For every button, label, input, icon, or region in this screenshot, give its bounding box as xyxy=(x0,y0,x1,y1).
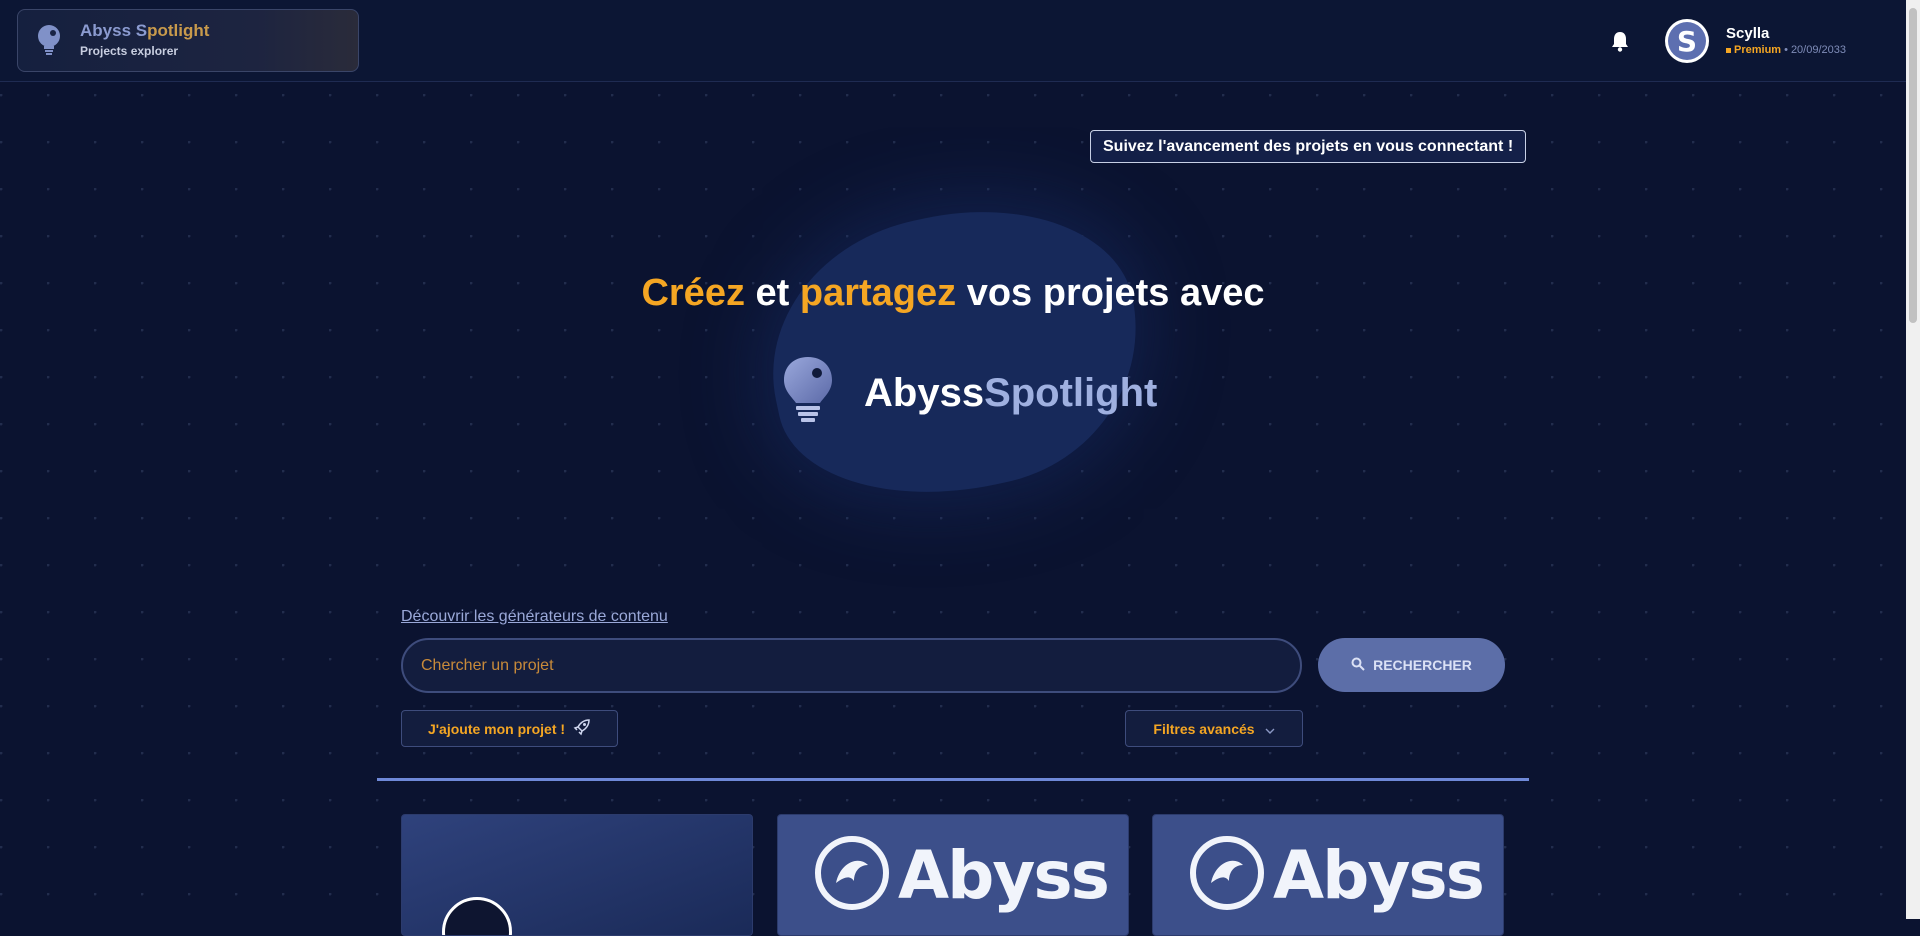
section-divider xyxy=(377,778,1529,781)
plan-label: Premium xyxy=(1734,44,1782,56)
premium-dot xyxy=(1726,47,1731,53)
add-project-label: J'ajoute mon projet ! xyxy=(427,720,566,737)
subscription-date: 20/09/2033 xyxy=(1790,44,1846,56)
project-card[interactable]: Abyss xyxy=(777,814,1129,936)
brand-subtitle: Projects explorer xyxy=(80,44,179,58)
bulb-icon xyxy=(36,24,62,63)
bell-icon[interactable] xyxy=(1610,30,1630,57)
abyss-emblem-icon xyxy=(1189,835,1265,916)
project-card[interactable]: Abyss xyxy=(1152,814,1504,936)
chevron-down-icon xyxy=(1265,721,1275,737)
user-name: Scylla xyxy=(1726,25,1770,42)
scrollbar-thumb[interactable] xyxy=(1909,8,1917,323)
project-avatar xyxy=(442,897,512,935)
discover-generators-link[interactable]: Découvrir les générateurs de contenu xyxy=(401,608,668,626)
filters-label: Filtres avancés xyxy=(1153,720,1255,737)
search-input[interactable] xyxy=(401,638,1302,693)
rocket-icon xyxy=(573,718,591,739)
abyss-logo-text: Abyss xyxy=(898,837,1110,914)
hero-headline: Créez et partagez vos projets avec xyxy=(641,272,1265,314)
search-icon xyxy=(1351,657,1365,674)
search-button[interactable]: RECHERCHER xyxy=(1318,638,1505,692)
top-bar: Abyss Spotlight Projects explorer S Scyl… xyxy=(0,0,1906,82)
abyss-logo: Abyss xyxy=(1189,835,1485,916)
abyss-logo-text: Abyss xyxy=(1273,837,1485,914)
page-scrollbar[interactable] xyxy=(1906,0,1920,919)
abyss-logo: Abyss xyxy=(814,835,1110,916)
hero-logo-text: AbyssSpotlight xyxy=(864,371,1158,415)
avatar[interactable]: S xyxy=(1665,19,1709,63)
bulb-icon xyxy=(780,355,836,432)
abyss-emblem-icon xyxy=(814,835,890,916)
add-project-button[interactable]: J'ajoute mon projet ! xyxy=(401,710,618,747)
login-follow-button[interactable]: Suivez l'avancement des projets en vous … xyxy=(1090,130,1527,163)
avatar-letter: S xyxy=(1668,22,1706,60)
brand-card[interactable]: Abyss Spotlight Projects explorer xyxy=(17,9,359,72)
brand-title: Abyss Spotlight xyxy=(80,21,210,40)
project-card[interactable] xyxy=(401,814,753,936)
user-subscription: Premium • 20/09/2033 xyxy=(1726,44,1846,56)
hero-blob xyxy=(745,179,1165,526)
hero-logo: AbyssSpotlight xyxy=(780,355,1157,432)
search-button-label: RECHERCHER xyxy=(1373,657,1472,673)
separator: • xyxy=(1784,44,1788,56)
advanced-filters-button[interactable]: Filtres avancés xyxy=(1125,710,1303,747)
